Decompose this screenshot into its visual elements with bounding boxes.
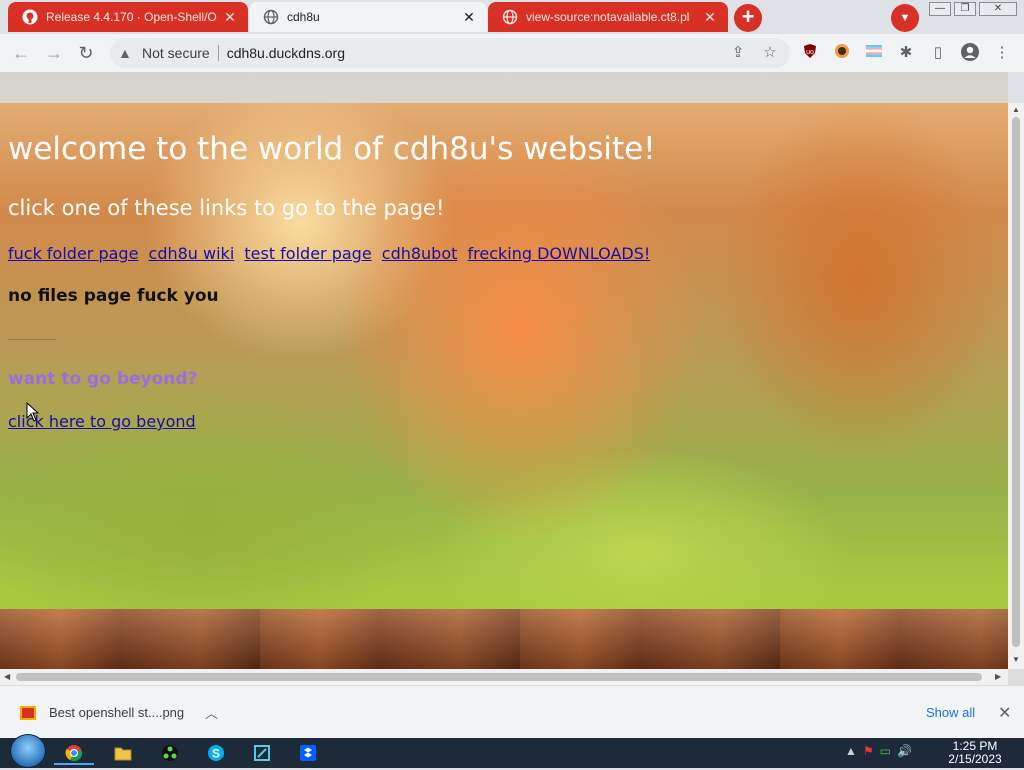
clock-date: 2/15/2023 <box>948 752 1002 766</box>
tab-cdh8u[interactable]: cdh8u ✕ <box>249 2 487 32</box>
scroll-right-icon[interactable]: ▶ <box>995 672 1001 681</box>
close-icon[interactable]: ✕ <box>222 9 238 25</box>
forward-arrow-icon: → <box>45 43 63 63</box>
paint-icon[interactable] <box>242 741 282 765</box>
link-wiki[interactable]: cdh8u wiki <box>149 244 235 263</box>
skype-icon[interactable]: S <box>196 741 236 765</box>
link-fuck-folder[interactable]: fuck folder page <box>8 244 138 263</box>
globe-icon <box>502 9 518 25</box>
reload-icon: ↻ <box>78 43 94 63</box>
download-bar: Best openshell st....png ︿ Show all ✕ <box>0 685 1024 738</box>
tab-title: Release 4.4.170 · Open-Shell/O <box>46 10 217 24</box>
profile-avatar-icon[interactable] <box>960 43 980 63</box>
reload-button[interactable]: ↻ <box>75 42 97 64</box>
tab-github-release[interactable]: Release 4.4.170 · Open-Shell/O ✕ <box>8 2 248 32</box>
tab-view-source[interactable]: view-source:notavailable.ct8.pl ✕ <box>488 2 728 32</box>
image-file-icon <box>20 706 36 720</box>
extensions-puzzle-icon[interactable]: ✱ <box>896 43 916 63</box>
network-icon[interactable]: ▭ <box>880 744 891 758</box>
divider <box>8 339 56 340</box>
address-bar[interactable]: ▲ Not secure cdh8u.duckdns.org <box>110 38 790 68</box>
mouse-cursor-icon <box>26 402 40 422</box>
horizontal-scroll-thumb[interactable] <box>16 673 982 681</box>
forward-button[interactable]: → <box>43 42 65 64</box>
system-tray: ▲ ⚑ ▭ 🔊 <box>845 744 912 758</box>
chevron-up-icon[interactable]: ︿ <box>205 703 218 722</box>
flag-extension-icon[interactable] <box>864 43 884 63</box>
vertical-scroll-thumb[interactable] <box>1012 117 1020 647</box>
taskbar-clock[interactable]: 1:25 PM 2/15/2023 <box>940 740 1010 766</box>
link-bot[interactable]: cdh8ubot <box>382 244 458 263</box>
vertical-scrollbar[interactable]: ▲ ▼ <box>1008 103 1024 669</box>
show-all-button[interactable]: Show all <box>926 705 975 720</box>
start-button[interactable] <box>10 734 46 768</box>
back-arrow-icon: ← <box>12 43 30 63</box>
browser-toolbar: ← → ↻ ▲ Not secure cdh8u.duckdns.org ⇪ ☆… <box>0 34 1024 72</box>
tab-title: cdh8u <box>287 10 320 24</box>
app-green-icon[interactable] <box>150 741 190 765</box>
new-tab-button[interactable]: + <box>734 4 762 32</box>
scroll-left-icon[interactable]: ◀ <box>4 672 10 681</box>
scrollbar-corner <box>1008 669 1024 685</box>
github-icon <box>22 9 38 25</box>
no-files-text: no files page fuck you <box>8 286 219 306</box>
close-icon[interactable]: ✕ <box>998 703 1011 723</box>
back-button[interactable]: ← <box>10 42 32 64</box>
security-status[interactable]: Not secure <box>142 45 210 61</box>
profile-extension-icon[interactable] <box>832 43 852 63</box>
ublock-icon[interactable]: uo <box>800 43 820 63</box>
horizontal-scrollbar[interactable]: ◀ ▶ <box>0 669 1008 685</box>
divider <box>217 45 219 61</box>
close-icon[interactable]: ✕ <box>702 9 718 25</box>
tab-search-button[interactable]: ▼ <box>891 4 919 32</box>
dropbox-icon[interactable] <box>288 741 328 765</box>
scroll-down-icon[interactable]: ▼ <box>1012 655 1020 664</box>
tab-title: view-source:notavailable.ct8.pl <box>526 10 690 24</box>
svg-text:S: S <box>212 747 220 761</box>
page-heading: welcome to the world of cdh8u's website! <box>8 131 656 167</box>
close-icon[interactable]: ✕ <box>461 9 477 25</box>
url-text[interactable]: cdh8u.duckdns.org <box>227 45 345 61</box>
volume-icon[interactable]: 🔊 <box>897 744 912 758</box>
beyond-heading: want to go beyond? <box>8 369 198 389</box>
show-hidden-icons-icon[interactable]: ▲ <box>845 744 857 758</box>
download-filename[interactable]: Best openshell st....png <box>49 705 184 720</box>
menu-kebab-icon[interactable]: ⋮ <box>992 43 1012 63</box>
wooden-deck-background <box>0 609 1008 669</box>
taskbar: S ▲ ⚑ ▭ 🔊 1:25 PM 2/15/2023 <box>0 734 1024 768</box>
side-panel-icon[interactable]: ▯ <box>928 43 948 63</box>
maximize-button[interactable]: ❐ <box>954 2 976 16</box>
link-downloads[interactable]: frecking DOWNLOADS! <box>468 244 651 263</box>
page-subheading: click one of these links to go to the pa… <box>8 196 445 220</box>
action-center-flag-icon[interactable]: ⚑ <box>863 744 874 758</box>
web-page-viewport: welcome to the world of cdh8u's website!… <box>0 72 1008 669</box>
warning-icon[interactable]: ▲ <box>118 45 134 61</box>
minimize-button[interactable]: — <box>929 2 951 16</box>
share-icon[interactable]: ⇪ <box>728 43 748 63</box>
link-test-folder[interactable]: test folder page <box>244 244 371 263</box>
nav-links: fuck folder page cdh8u wiki test folder … <box>8 244 655 263</box>
tab-strip: Release 4.4.170 · Open-Shell/O ✕ cdh8u ✕… <box>0 0 1024 34</box>
bookmark-star-icon[interactable]: ☆ <box>760 43 780 63</box>
globe-icon <box>263 9 279 25</box>
folder-icon[interactable] <box>103 741 143 765</box>
chevron-down-icon: ▼ <box>899 12 911 24</box>
scroll-up-icon[interactable]: ▲ <box>1012 105 1020 114</box>
chrome-icon[interactable] <box>54 741 94 765</box>
window-close-button[interactable]: ✕ <box>979 2 1017 16</box>
svg-text:uo: uo <box>806 49 814 56</box>
